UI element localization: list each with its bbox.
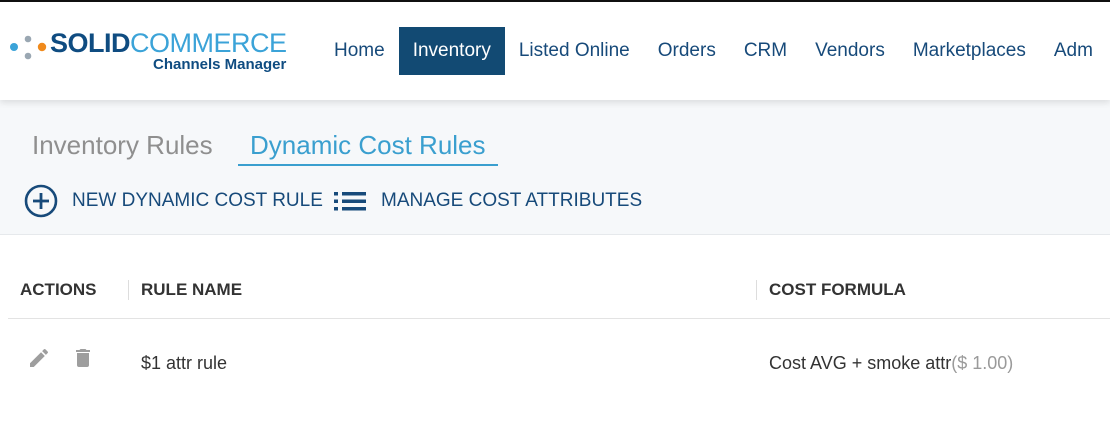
- new-dynamic-cost-rule-button[interactable]: NEW DYNAMIC COST RULE: [24, 184, 323, 218]
- trash-icon: [76, 349, 90, 367]
- nav-item-vendors[interactable]: Vendors: [801, 27, 899, 75]
- main-nav: Home Inventory Listed Online Orders CRM …: [320, 27, 1107, 75]
- logo-solid-text: SOLID: [50, 28, 131, 58]
- column-header-rule-name[interactable]: RULE NAME: [128, 280, 242, 300]
- edit-rule-button[interactable]: [26, 345, 52, 371]
- solid-commerce-logo[interactable]: SOLIDCOMMERCE Channels Manager: [8, 28, 298, 80]
- tab-inventory-rules[interactable]: Inventory Rules: [32, 130, 213, 161]
- logo-wordmark: SOLIDCOMMERCE: [50, 28, 287, 58]
- nav-item-orders[interactable]: Orders: [644, 27, 730, 75]
- new-dynamic-cost-rule-label: NEW DYNAMIC COST RULE: [72, 190, 323, 211]
- column-header-actions: ACTIONS: [20, 280, 97, 299]
- nav-item-admin[interactable]: Adm: [1040, 27, 1107, 75]
- dynamic-cost-rules-table: ACTIONS RULE NAME COST FORMULA $1 attr r…: [8, 262, 1110, 405]
- app-header: SOLIDCOMMERCE Channels Manager Home Inve…: [0, 2, 1110, 100]
- nav-item-marketplaces[interactable]: Marketplaces: [899, 27, 1040, 75]
- cost-amount-text: ($ 1.00): [951, 353, 1014, 373]
- delete-rule-button[interactable]: [70, 345, 96, 371]
- list-icon: [334, 192, 366, 211]
- cost-formula-text: Cost AVG + smoke attr: [769, 353, 952, 373]
- nav-item-inventory[interactable]: Inventory: [398, 27, 505, 75]
- logo-commerce-text: COMMERCE: [130, 28, 287, 58]
- plus-circle-icon: [24, 184, 58, 218]
- logo-subtitle: Channels Manager: [153, 56, 287, 73]
- nav-item-listed-online[interactable]: Listed Online: [505, 27, 644, 75]
- logo-dots-icon: [10, 35, 47, 60]
- cost-formula-cell: Cost AVG + smoke attr($ 1.00): [769, 353, 1013, 374]
- table-header: ACTIONS RULE NAME COST FORMULA: [8, 262, 1110, 319]
- table-row: $1 attr rule Cost AVG + smoke attr($ 1.0…: [8, 319, 1110, 405]
- nav-item-home[interactable]: Home: [320, 27, 399, 75]
- row-actions: [26, 345, 96, 371]
- manage-cost-attributes-label: MANAGE COST ATTRIBUTES: [381, 190, 643, 211]
- pencil-icon: [30, 348, 49, 367]
- column-header-cost-formula[interactable]: COST FORMULA: [756, 280, 906, 300]
- manage-cost-attributes-button[interactable]: MANAGE COST ATTRIBUTES: [333, 184, 642, 218]
- tab-dynamic-cost-rules[interactable]: Dynamic Cost Rules: [238, 130, 498, 166]
- nav-item-crm[interactable]: CRM: [730, 27, 801, 75]
- rules-toolbar-area: Inventory Rules Dynamic Cost Rules NEW D…: [0, 100, 1110, 235]
- rule-name-cell: $1 attr rule: [141, 353, 228, 373]
